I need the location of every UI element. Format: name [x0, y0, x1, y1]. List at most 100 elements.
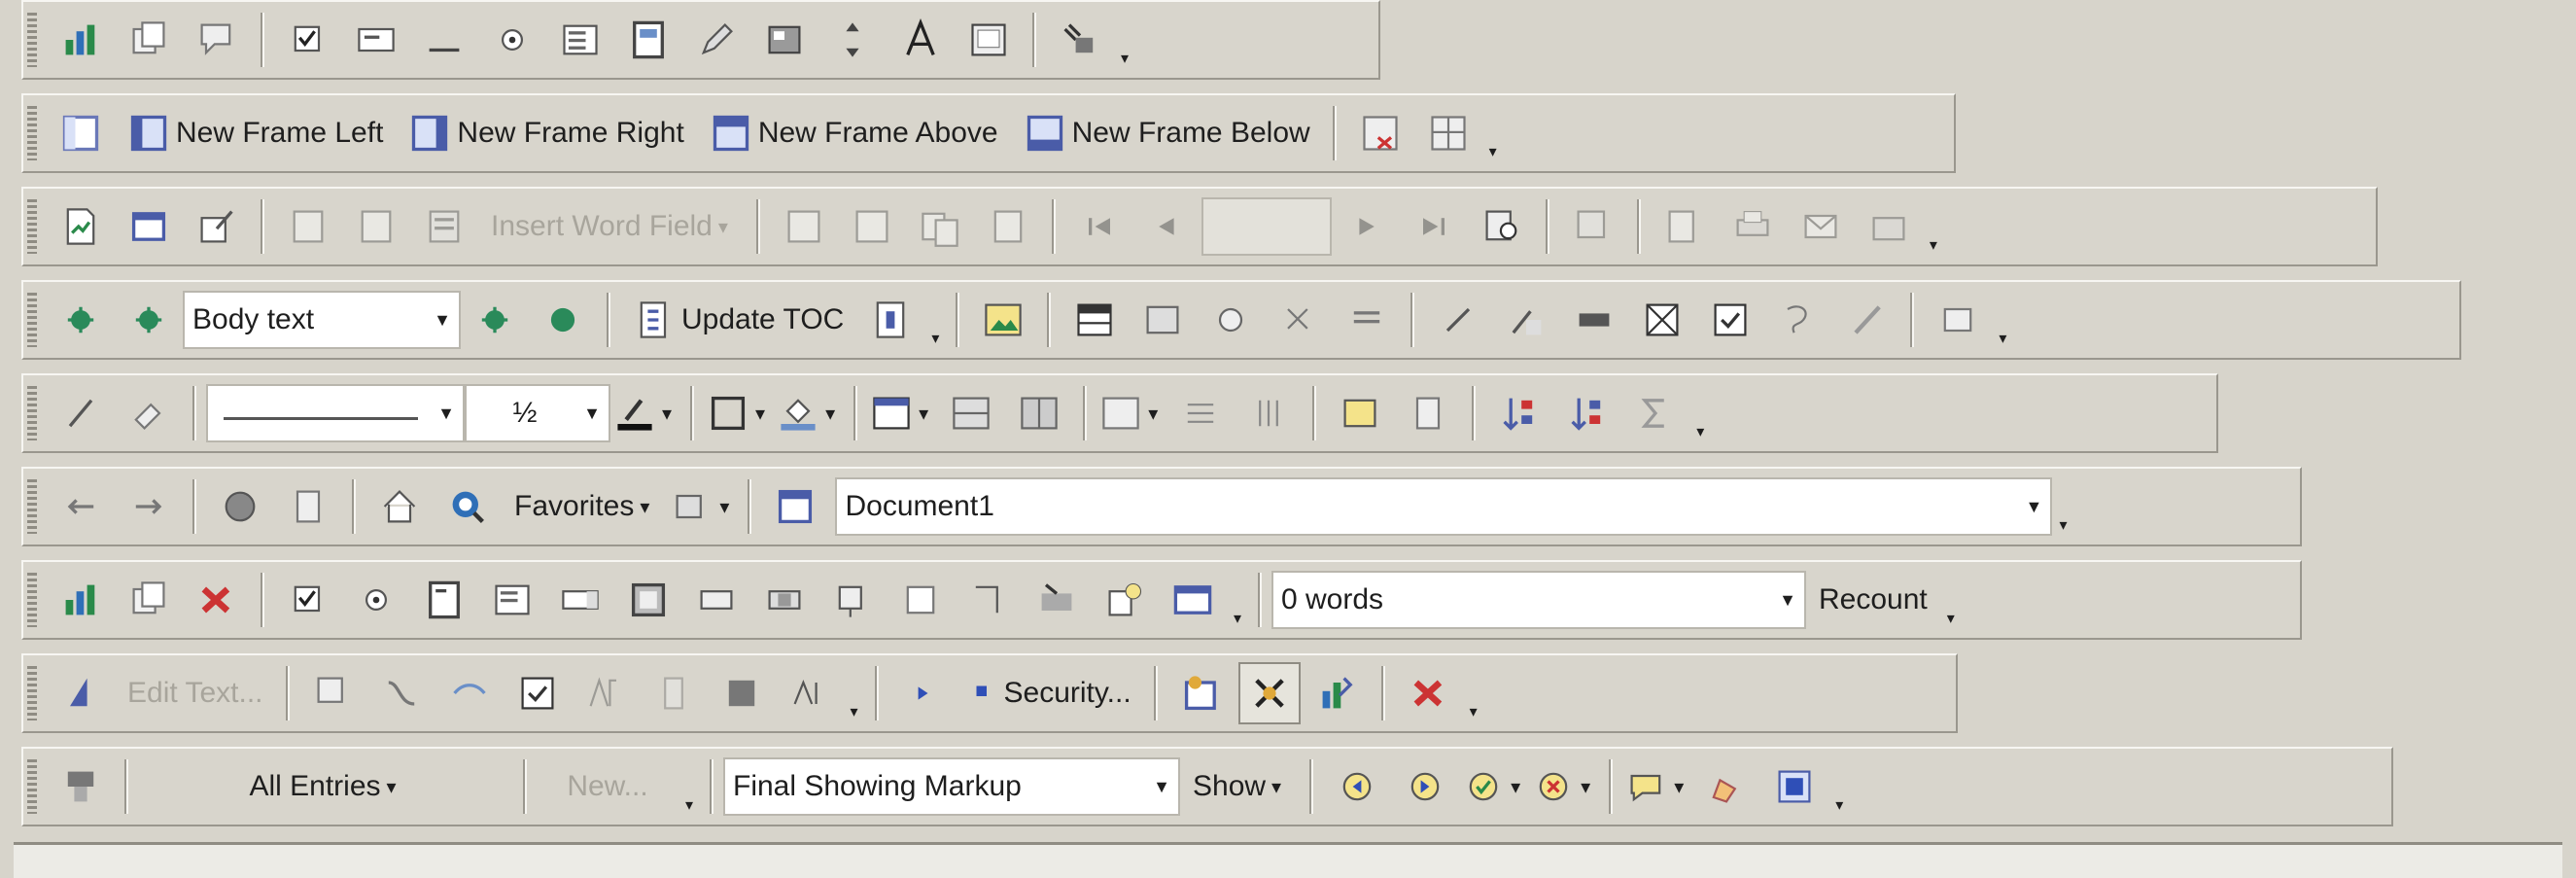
accept-change-button[interactable]: ▾: [1462, 755, 1526, 818]
merge-to-new-document-button[interactable]: [1654, 195, 1716, 258]
toolbar-grip[interactable]: [27, 199, 37, 254]
scrollbar-control-button[interactable]: [753, 569, 816, 631]
option-button[interactable]: [481, 9, 543, 71]
stop-button[interactable]: [209, 475, 271, 538]
insert-wordart-button[interactable]: [50, 662, 112, 724]
view-merged-data-button[interactable]: [773, 195, 835, 258]
toolbar-options-chevron[interactable]: ▾: [1828, 795, 1850, 815]
reviewing-pane-button[interactable]: [1763, 755, 1826, 818]
new-frame-right-button[interactable]: New Frame Right: [399, 102, 693, 164]
text-box-table-button[interactable]: [1927, 289, 1989, 351]
draw-button[interactable]: [685, 9, 748, 71]
toolbar-options-chevron[interactable]: ▾: [1463, 702, 1484, 721]
image-button[interactable]: [957, 9, 1020, 71]
text-wrapping-wordart-button[interactable]: [506, 662, 569, 724]
show-menu-button[interactable]: Show ▾: [1183, 755, 1297, 818]
chart-button[interactable]: [50, 9, 112, 71]
next-record-button[interactable]: [1335, 195, 1397, 258]
distribute-columns-button[interactable]: [1237, 382, 1300, 444]
toolbar-options-chevron[interactable]: ▾: [1940, 609, 1962, 628]
toolbar-grip[interactable]: [27, 293, 37, 347]
table-of-contents-in-frame-button[interactable]: [50, 102, 112, 164]
lasso-button[interactable]: [1767, 289, 1829, 351]
eraser-button[interactable]: [1835, 289, 1897, 351]
text-box-button[interactable]: [889, 9, 952, 71]
design-mode-button[interactable]: [1094, 569, 1156, 631]
control-toolbox-button[interactable]: [1237, 662, 1301, 724]
propagate-labels-button[interactable]: [977, 195, 1039, 258]
check-for-errors-button[interactable]: [1562, 195, 1624, 258]
form-field-shading-button[interactable]: [753, 9, 816, 71]
last-record-button[interactable]: [1403, 195, 1465, 258]
first-record-button[interactable]: [1068, 195, 1131, 258]
merge-to-fax-button[interactable]: [1858, 195, 1920, 258]
line-style-select[interactable]: ▼: [206, 384, 465, 442]
toolbar-options-chevron[interactable]: ▾: [679, 795, 700, 815]
wordart-gallery-button[interactable]: [302, 662, 365, 724]
format-wordart-button[interactable]: [370, 662, 433, 724]
frame-properties-button[interactable]: [1417, 102, 1479, 164]
favorites-menu-button[interactable]: Favorites ▾: [505, 475, 665, 538]
toolbar-grip[interactable]: [27, 666, 37, 720]
recolor-picture-button[interactable]: [1131, 289, 1194, 351]
forward-button[interactable]: [118, 475, 180, 538]
crop-button[interactable]: [1200, 289, 1262, 351]
form-frame-button[interactable]: [617, 9, 679, 71]
delete-frame-button[interactable]: [1349, 102, 1411, 164]
underline-field-button[interactable]: [413, 9, 475, 71]
align-button[interactable]: ▾: [1099, 382, 1164, 444]
toolbox-button[interactable]: [1049, 9, 1111, 71]
toolbar-grip[interactable]: [27, 106, 37, 160]
start-page-button[interactable]: [368, 475, 431, 538]
update-toc-button[interactable]: Update TOC: [623, 289, 853, 351]
match-fields-button[interactable]: [909, 195, 971, 258]
rotate-left-button[interactable]: [1268, 289, 1330, 351]
wordart-alignment-button[interactable]: [711, 662, 773, 724]
new-frame-below-button[interactable]: New Frame Below: [1014, 102, 1320, 164]
wordart-same-letter-heights-button[interactable]: [574, 662, 637, 724]
show-only-web-toolbar-button[interactable]: [764, 475, 826, 538]
edit-text-button[interactable]: Edit Text...: [118, 662, 273, 724]
checkbox-field-button[interactable]: [277, 9, 339, 71]
checkbox-control-button[interactable]: [277, 569, 339, 631]
toolbar-grip[interactable]: [27, 479, 37, 534]
table-autoformat-button[interactable]: [1329, 382, 1391, 444]
back-button[interactable]: [50, 475, 112, 538]
recount-button[interactable]: Recount: [1809, 569, 1937, 631]
toolbar-options-chevron[interactable]: ▾: [1114, 49, 1135, 68]
go-menu-button[interactable]: ▾: [671, 475, 735, 538]
copy-form-button[interactable]: [118, 9, 180, 71]
promote-button[interactable]: [118, 289, 180, 351]
new-autotext-button[interactable]: New...: [540, 755, 676, 818]
split-cells-button[interactable]: [1008, 382, 1070, 444]
copy-button[interactable]: [118, 569, 180, 631]
spin-control-button[interactable]: [685, 569, 748, 631]
address-input[interactable]: Document1 ▼: [835, 477, 2053, 536]
autotext-button[interactable]: [50, 755, 112, 818]
toggle-control-button[interactable]: [617, 569, 679, 631]
toolbar-options-chevron[interactable]: ▾: [1992, 329, 2013, 348]
combobox-control-button[interactable]: [549, 569, 611, 631]
toolbar-options-chevron[interactable]: ▾: [924, 329, 946, 348]
reject-change-button[interactable]: ▾: [1532, 755, 1596, 818]
outside-border-button[interactable]: ▾: [707, 382, 771, 444]
merge-to-email-button[interactable]: [1790, 195, 1852, 258]
insert-address-block-button[interactable]: [277, 195, 339, 258]
run-macro-button[interactable]: [891, 662, 954, 724]
frame-control-button[interactable]: [957, 569, 1020, 631]
security-button[interactable]: Security...: [959, 662, 1141, 724]
reset-picture-button[interactable]: [1631, 289, 1693, 351]
autosum-button[interactable]: [1624, 382, 1687, 444]
border-color-button[interactable]: ▾: [613, 382, 678, 444]
draw-table-button[interactable]: [50, 382, 112, 444]
new-frame-above-button[interactable]: New Frame Above: [700, 102, 1008, 164]
properties-control-button[interactable]: [1162, 569, 1224, 631]
line-weight-select[interactable]: ½ ▼: [465, 384, 610, 442]
set-transparent-color-button[interactable]: [1563, 289, 1625, 351]
all-entries-menu-button[interactable]: All Entries ▾: [141, 755, 510, 818]
toolbar-options-chevron[interactable]: ▾: [1923, 235, 1944, 255]
insert-greeting-line-button[interactable]: [345, 195, 407, 258]
toolbar-grip[interactable]: [27, 386, 37, 440]
toolbar-options-chevron[interactable]: ▾: [844, 702, 865, 721]
design-mode-vb-button[interactable]: [1306, 662, 1369, 724]
